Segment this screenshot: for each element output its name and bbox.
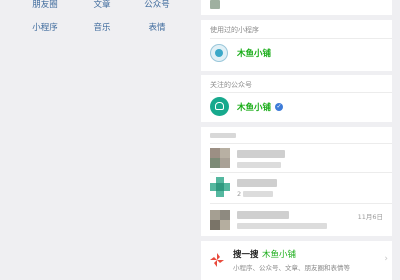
followed-accounts-card: 关注的公众号 木鱼小铺 ✓ bbox=[201, 75, 392, 122]
mini-program-logo-icon[interactable] bbox=[210, 44, 228, 62]
category-moments[interactable]: 朋友圈 bbox=[20, 0, 70, 10]
chevron-right-icon: › bbox=[384, 254, 388, 264]
search-category-panel: 朋友圈 文章 公众号 小程序 音乐 表情 bbox=[0, 0, 198, 280]
category-mini-programs[interactable]: 小程序 bbox=[20, 21, 70, 33]
recent-mini-programs-card: 使用过的小程序 木鱼小铺 bbox=[201, 20, 392, 71]
section-label: 关注的公众号 bbox=[210, 81, 252, 89]
verified-badge-icon: ✓ bbox=[275, 103, 283, 111]
blurred-section-label bbox=[210, 133, 236, 138]
account-name[interactable]: 木鱼小铺 bbox=[237, 101, 271, 113]
divider bbox=[210, 92, 392, 93]
account-avatar[interactable] bbox=[210, 97, 229, 116]
divider bbox=[210, 38, 392, 39]
pinwheel-icon bbox=[210, 253, 224, 267]
blurred-snippet bbox=[237, 223, 327, 229]
thumbnail-icon bbox=[210, 0, 220, 9]
top-result-card[interactable] bbox=[201, 0, 392, 15]
blurred-title bbox=[237, 179, 277, 187]
search-results-panel: 使用过的小程序 木鱼小铺 关注的公众号 木鱼小铺 ✓ 2 11月6日 搜一搜 木… bbox=[201, 0, 392, 280]
chat-avatar[interactable] bbox=[210, 177, 230, 197]
category-articles[interactable]: 文章 bbox=[77, 0, 127, 10]
search-one-card[interactable]: 搜一搜 木鱼小铺 小程序、公众号、文章、朋友圈和表情等 › bbox=[201, 241, 392, 280]
category-official-accounts[interactable]: 公众号 bbox=[132, 0, 182, 10]
divider bbox=[210, 172, 392, 173]
chat-results-card: 2 11月6日 bbox=[201, 127, 392, 236]
search-keyword: 木鱼小铺 bbox=[262, 250, 297, 260]
blurred-snippet bbox=[243, 191, 273, 197]
blurred-title bbox=[237, 150, 285, 158]
blurred-title bbox=[237, 211, 289, 219]
blurred-snippet bbox=[237, 162, 281, 168]
chat-avatar[interactable] bbox=[210, 148, 230, 168]
divider bbox=[210, 203, 392, 204]
category-music[interactable]: 音乐 bbox=[77, 21, 127, 33]
mini-program-name[interactable]: 木鱼小铺 bbox=[237, 47, 271, 59]
section-label: 使用过的小程序 bbox=[210, 26, 259, 34]
chat-timestamp: 11月6日 bbox=[357, 213, 383, 221]
chat-avatar[interactable] bbox=[210, 210, 230, 230]
divider bbox=[210, 143, 392, 144]
chat-snippet-text: 2 bbox=[237, 190, 242, 198]
category-stickers[interactable]: 表情 bbox=[132, 21, 182, 33]
search-one-title: 搜一搜 bbox=[233, 250, 259, 260]
search-one-description: 小程序、公众号、文章、朋友圈和表情等 bbox=[233, 264, 350, 272]
